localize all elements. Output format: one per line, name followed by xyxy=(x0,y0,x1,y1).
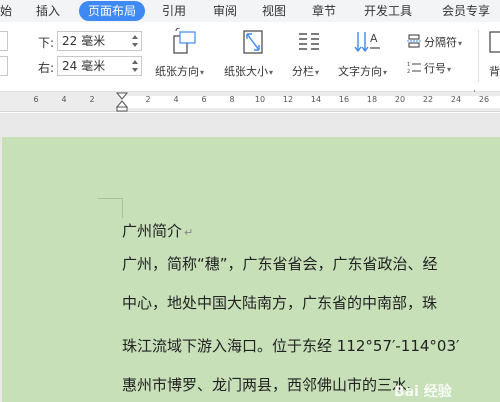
ruler-number: 18 xyxy=(366,95,378,104)
dropdown-caret-icon: ▾ xyxy=(447,65,452,74)
menu-item-section[interactable]: 章节 xyxy=(312,3,336,19)
ruler-number: 2 xyxy=(89,95,95,104)
ruler-number: 12 xyxy=(282,95,294,104)
svg-text:A: A xyxy=(370,32,378,45)
right-margin-input[interactable]: 24 毫米 xyxy=(57,56,142,76)
document-heading-text: 广州简介 xyxy=(122,222,183,240)
paper-size-icon xyxy=(241,28,267,60)
ruler-number: 24 xyxy=(450,95,462,104)
ruler-number: 14 xyxy=(310,95,322,104)
bottom-margin-label: 下: xyxy=(38,36,55,50)
page-margin-marker xyxy=(122,198,123,218)
right-margin-value: 24 毫米 xyxy=(62,59,106,73)
horizontal-ruler[interactable]: 6 4 2 2 4 6 8 10 12 14 16 18 20 22 24 26 xyxy=(0,92,500,112)
dropdown-caret-icon: ▾ xyxy=(383,68,388,77)
paper-size-label: 纸张大小 xyxy=(224,65,268,78)
columns-icon xyxy=(297,30,321,58)
watermark-logo: Bai 经验 xyxy=(394,384,452,400)
right-margin-label: 右: xyxy=(38,61,55,75)
ruler-number: 20 xyxy=(394,95,406,104)
top-margin-input-cut[interactable] xyxy=(0,31,8,51)
toolbar-divider xyxy=(478,30,479,82)
menu-item-home[interactable]: 始 xyxy=(0,3,12,19)
svg-text:2: 2 xyxy=(407,69,410,74)
line-number-icon: 1 2 xyxy=(407,59,421,78)
app-window: 始 插入 页面布局 引用 审阅 视图 章节 开发工具 会员专享 下: 22 毫米… xyxy=(0,0,500,402)
separator-label: 分隔符 xyxy=(424,36,457,49)
ruler-number: 16 xyxy=(338,95,350,104)
document-heading[interactable]: 广州简介 ↵ xyxy=(122,222,193,242)
ruler-number: 4 xyxy=(61,95,67,104)
dropdown-caret-icon: ▾ xyxy=(200,68,205,77)
menu-item-developer[interactable]: 开发工具 xyxy=(364,3,412,19)
ruler-number: 6 xyxy=(201,95,207,104)
menu-item-member[interactable]: 会员专享 xyxy=(442,3,490,19)
menu-item-page-layout[interactable]: 页面布局 xyxy=(79,1,146,21)
menu-item-review[interactable]: 审阅 xyxy=(213,3,237,19)
ruler-number: 8 xyxy=(229,95,235,104)
page-background-label: 背 xyxy=(489,65,500,78)
document-line[interactable]: 广州，简称“穗”，广东省省会，广东省政治、经 xyxy=(122,255,438,273)
ruler-number: 6 xyxy=(33,95,39,104)
dropdown-caret-icon: ▾ xyxy=(269,68,274,77)
dropdown-caret-icon: ▾ xyxy=(458,39,463,48)
separator-icon xyxy=(407,33,421,52)
menu-bar: 始 插入 页面布局 引用 审阅 视图 章节 开发工具 会员专享 xyxy=(0,0,500,22)
ruler-number: 4 xyxy=(173,95,179,104)
columns-label: 分栏 xyxy=(292,65,314,78)
ruler-number: 2 xyxy=(145,95,151,104)
page-margin-marker xyxy=(98,198,122,199)
toolbar: 下: 22 毫米 右: 24 毫米 纸张方向▾ 纸张大小▾ 分栏▾ A 文字方向… xyxy=(0,22,500,97)
text-direction-label: 文字方向 xyxy=(338,65,382,78)
document-line[interactable]: 中心，地处中国大陆南方，广东省的中南部，珠 xyxy=(122,294,437,312)
ruler-number: 26 xyxy=(478,95,490,104)
paper-orientation-icon xyxy=(170,27,198,60)
left-margin-input-cut[interactable] xyxy=(0,56,8,76)
line-number-label: 行号 xyxy=(424,62,446,75)
menu-item-references[interactable]: 引用 xyxy=(162,3,186,19)
spin-arrows-icon[interactable] xyxy=(131,33,139,49)
paper-orientation-label: 纸张方向 xyxy=(155,65,199,78)
bottom-margin-value: 22 毫米 xyxy=(62,34,106,48)
page-background-icon xyxy=(488,30,500,58)
paragraph-mark-icon: ↵ xyxy=(184,226,194,239)
svg-text:1: 1 xyxy=(407,62,410,68)
spin-arrows-icon[interactable] xyxy=(131,58,139,74)
ruler-number: 10 xyxy=(254,95,266,104)
ruler-number: 22 xyxy=(422,95,434,104)
menu-item-view[interactable]: 视图 xyxy=(262,3,286,19)
menu-item-insert[interactable]: 插入 xyxy=(36,3,60,19)
document-line[interactable]: 惠州市博罗、龙门两县，西邻佛山市的三水、 xyxy=(122,376,422,394)
bottom-margin-input[interactable]: 22 毫米 xyxy=(57,31,142,51)
text-direction-icon: A xyxy=(354,28,382,60)
document-line[interactable]: 珠江流域下游入海口。位于东经 112°57′-114°03′ xyxy=(122,337,459,355)
dropdown-caret-icon: ▾ xyxy=(315,68,320,77)
